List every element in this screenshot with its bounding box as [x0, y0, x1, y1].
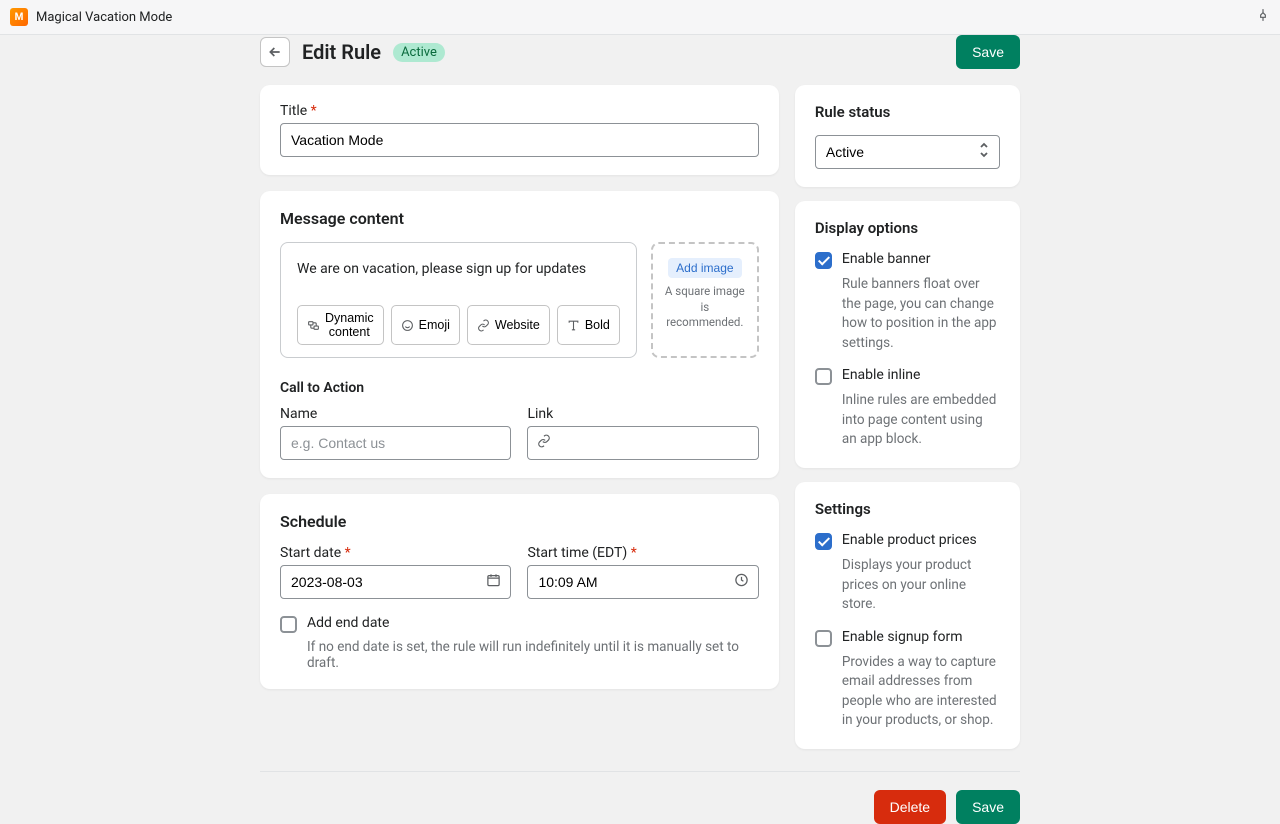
image-hint: A square image is recommended.	[661, 284, 749, 331]
message-card: Message content We are on vacation, plea…	[260, 191, 779, 478]
add-end-date-label: Add end date	[307, 615, 389, 631]
enable-prices-label: Enable product prices	[842, 532, 977, 548]
message-editor[interactable]: We are on vacation, please sign up for u…	[280, 242, 637, 358]
start-time-input[interactable]	[527, 565, 758, 599]
emoji-icon	[401, 319, 414, 332]
message-text[interactable]: We are on vacation, please sign up for u…	[297, 261, 620, 277]
bold-button[interactable]: Bold	[557, 305, 620, 345]
link-icon	[477, 319, 490, 332]
start-time-label: Start time (EDT) *	[527, 545, 758, 561]
title-label: Title *	[280, 103, 759, 119]
cta-link-label: Link	[527, 406, 758, 422]
pin-icon[interactable]	[1256, 8, 1270, 26]
delete-button[interactable]: Delete	[874, 790, 946, 824]
end-date-helper: If no end date is set, the rule will run…	[307, 639, 759, 671]
emoji-button[interactable]: Emoji	[391, 305, 460, 345]
add-end-date-checkbox[interactable]	[280, 616, 297, 633]
save-button-bottom[interactable]: Save	[956, 790, 1020, 824]
enable-signup-help: Provides a way to capture email addresse…	[842, 653, 1000, 731]
enable-inline-label: Enable inline	[842, 367, 921, 383]
app-name: Magical Vacation Mode	[36, 10, 172, 25]
enable-banner-help: Rule banners float over the page, you ca…	[842, 275, 1000, 353]
back-button[interactable]	[260, 37, 290, 67]
start-date-label: Start date *	[280, 545, 511, 561]
image-dropzone[interactable]: Add image A square image is recommended.	[651, 242, 759, 358]
enable-banner-checkbox[interactable]	[815, 252, 832, 269]
cta-name-label: Name	[280, 406, 511, 422]
message-heading: Message content	[280, 209, 759, 228]
status-badge: Active	[393, 43, 445, 62]
enable-inline-help: Inline rules are embedded into page cont…	[842, 391, 1000, 450]
text-icon	[567, 319, 580, 332]
enable-signup-label: Enable signup form	[842, 629, 963, 645]
cta-link-input[interactable]	[527, 426, 758, 460]
settings-heading: Settings	[815, 500, 1000, 518]
enable-prices-help: Displays your product prices on your onl…	[842, 556, 1000, 615]
website-button[interactable]: Website	[467, 305, 550, 345]
enable-prices-checkbox[interactable]	[815, 533, 832, 550]
footer-actions: Delete Save	[260, 771, 1020, 824]
topbar: M Magical Vacation Mode	[0, 0, 1280, 35]
dynamic-icon	[307, 319, 320, 332]
dynamic-content-button[interactable]: Dynamic content	[297, 305, 384, 345]
enable-inline-checkbox[interactable]	[815, 368, 832, 385]
enable-banner-label: Enable banner	[842, 251, 931, 267]
add-image-button[interactable]: Add image	[668, 258, 741, 278]
title-input[interactable]	[280, 123, 759, 157]
display-heading: Display options	[815, 219, 1000, 237]
start-date-input[interactable]	[280, 565, 511, 599]
enable-signup-checkbox[interactable]	[815, 630, 832, 647]
page-title: Edit Rule	[302, 40, 381, 64]
link-icon	[537, 434, 551, 452]
rule-status-card: Rule status Active	[795, 85, 1020, 187]
display-options-card: Display options Enable banner Rule banne…	[795, 201, 1020, 468]
page-header: Edit Rule Active Save	[260, 35, 1020, 69]
settings-card: Settings Enable product prices Displays …	[795, 482, 1020, 749]
status-heading: Rule status	[815, 103, 1000, 121]
status-select[interactable]: Active	[815, 135, 1000, 169]
app-icon: M	[10, 8, 28, 26]
cta-name-input[interactable]	[280, 426, 511, 460]
schedule-card: Schedule Start date * Start time (EDT) *	[260, 494, 779, 689]
schedule-heading: Schedule	[280, 512, 759, 531]
title-card: Title *	[260, 85, 779, 175]
cta-heading: Call to Action	[280, 380, 759, 396]
save-button-top[interactable]: Save	[956, 35, 1020, 69]
